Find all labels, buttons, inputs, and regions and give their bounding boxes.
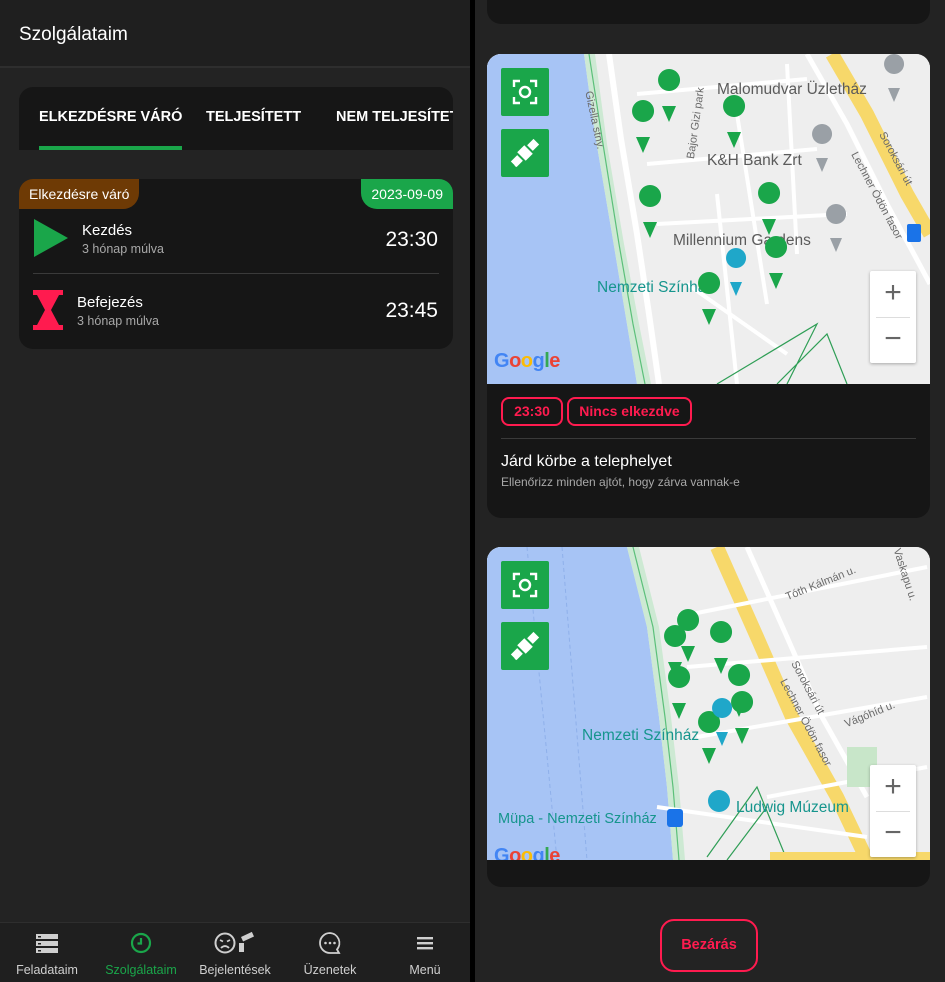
- location-pins: [664, 609, 754, 827]
- task-card[interactable]: Tóth Kálmán u. Vaskapu u. Soroksári út L…: [487, 547, 930, 887]
- satellite-button[interactable]: [501, 622, 549, 670]
- divider: [501, 438, 916, 439]
- end-relative: 3 hónap múlva: [77, 314, 160, 328]
- location-pin-icon: [758, 182, 781, 235]
- location-pin-icon: [765, 236, 788, 289]
- previous-card: [487, 0, 930, 24]
- status-chip: Nincs elkezdve: [567, 397, 692, 426]
- duty-detail-screen: Gizella stny. Bajor Gizi park Soroksári …: [475, 0, 945, 982]
- page-title: Szolgálataim: [19, 24, 128, 45]
- location-pin-icon: [668, 666, 691, 719]
- nav-label: Feladataim: [16, 963, 78, 977]
- zoom-control: + −: [870, 271, 916, 363]
- duty-card[interactable]: Elkezdésre váró 2023-09-09 Kezdés 3 hóna…: [19, 179, 453, 349]
- location-pin-icon: [731, 691, 754, 744]
- location-pin-icon: [632, 100, 655, 153]
- clock-icon: [130, 932, 152, 954]
- date-badge: 2023-09-09: [361, 179, 453, 209]
- zoom-control: + −: [870, 765, 916, 857]
- nav-label: Bejelentések: [199, 963, 271, 977]
- tab-bar: ELKEZDÉSRE VÁRÓ TELJESÍTETT NEM TELJESÍT…: [19, 87, 453, 150]
- chat-bubble-icon: [319, 932, 341, 954]
- bottom-nav: Feladataim Szolgálataim Bejelentések Üze…: [0, 922, 470, 982]
- task-title: Járd körbe a telephelyet: [501, 453, 672, 470]
- google-logo: Google: [494, 350, 560, 372]
- nav-menu[interactable]: Menü: [378, 923, 470, 982]
- tab-completed[interactable]: TELJESÍTETT: [206, 87, 301, 150]
- location-pins: [632, 54, 905, 325]
- location-pin-icon: [710, 621, 733, 674]
- satellite-icon: [510, 631, 540, 661]
- divider: [33, 273, 439, 274]
- task-info: 23:30 Nincs elkezdve Járd körbe a teleph…: [487, 384, 930, 518]
- zoom-in-button[interactable]: +: [870, 271, 916, 317]
- status-badge: Elkezdésre váró: [19, 179, 140, 209]
- google-logo: Google: [494, 845, 560, 860]
- nav-label: Menü: [409, 963, 441, 977]
- task-description: Ellenőrizz minden ajtót, hogy zárva vann…: [501, 475, 740, 489]
- server-icon: [36, 934, 58, 953]
- satellite-icon: [510, 138, 540, 168]
- app-bar: Szolgálataim: [0, 0, 470, 68]
- play-icon: [34, 219, 68, 257]
- location-pin-icon: [698, 711, 721, 764]
- focus-icon: [512, 572, 538, 598]
- nav-feladataim[interactable]: Feladataim: [0, 923, 94, 982]
- hamburger-icon: [417, 937, 433, 950]
- zoom-in-button[interactable]: +: [870, 765, 916, 811]
- nav-label: Üzenetek: [303, 963, 357, 977]
- hourglass-icon: [33, 290, 63, 330]
- time-chip: 23:30: [501, 397, 563, 426]
- end-time: 23:45: [385, 299, 438, 322]
- tab-not-completed[interactable]: NEM TELJESÍTETT: [336, 87, 453, 150]
- location-pin-icon: [639, 185, 662, 238]
- location-pin-icon: [723, 95, 746, 148]
- close-button[interactable]: Bezárás: [660, 919, 758, 972]
- location-pin-icon: [698, 272, 721, 325]
- duties-screen: Szolgálataim ELKEZDÉSRE VÁRÓ TELJESÍTETT…: [0, 0, 470, 982]
- satellite-button[interactable]: [501, 129, 549, 177]
- map[interactable]: Tóth Kálmán u. Vaskapu u. Soroksári út L…: [487, 547, 930, 860]
- zoom-out-button[interactable]: −: [870, 811, 916, 857]
- nav-szolgalataim[interactable]: Szolgálataim: [94, 923, 188, 982]
- tab-pending[interactable]: ELKEZDÉSRE VÁRÓ: [39, 87, 183, 150]
- focus-icon: [512, 79, 538, 105]
- start-label: Kezdés: [82, 222, 133, 239]
- my-location-button[interactable]: [501, 68, 549, 116]
- nav-bejelentesek[interactable]: Bejelentések: [188, 923, 282, 982]
- nav-uzenetek[interactable]: Üzenetek: [283, 923, 377, 982]
- start-relative: 3 hónap múlva: [82, 242, 165, 256]
- end-label: Befejezés: [77, 294, 143, 311]
- nav-label: Szolgálataim: [105, 963, 177, 977]
- task-card[interactable]: Gizella stny. Bajor Gizi park Soroksári …: [487, 54, 930, 518]
- angry-face-camera-icon: [214, 931, 254, 954]
- start-time: 23:30: [385, 228, 438, 251]
- zoom-out-button[interactable]: −: [870, 317, 916, 363]
- location-pin-icon: [658, 69, 681, 122]
- my-location-button[interactable]: [501, 561, 549, 609]
- map[interactable]: Gizella stny. Bajor Gizi park Soroksári …: [487, 54, 930, 384]
